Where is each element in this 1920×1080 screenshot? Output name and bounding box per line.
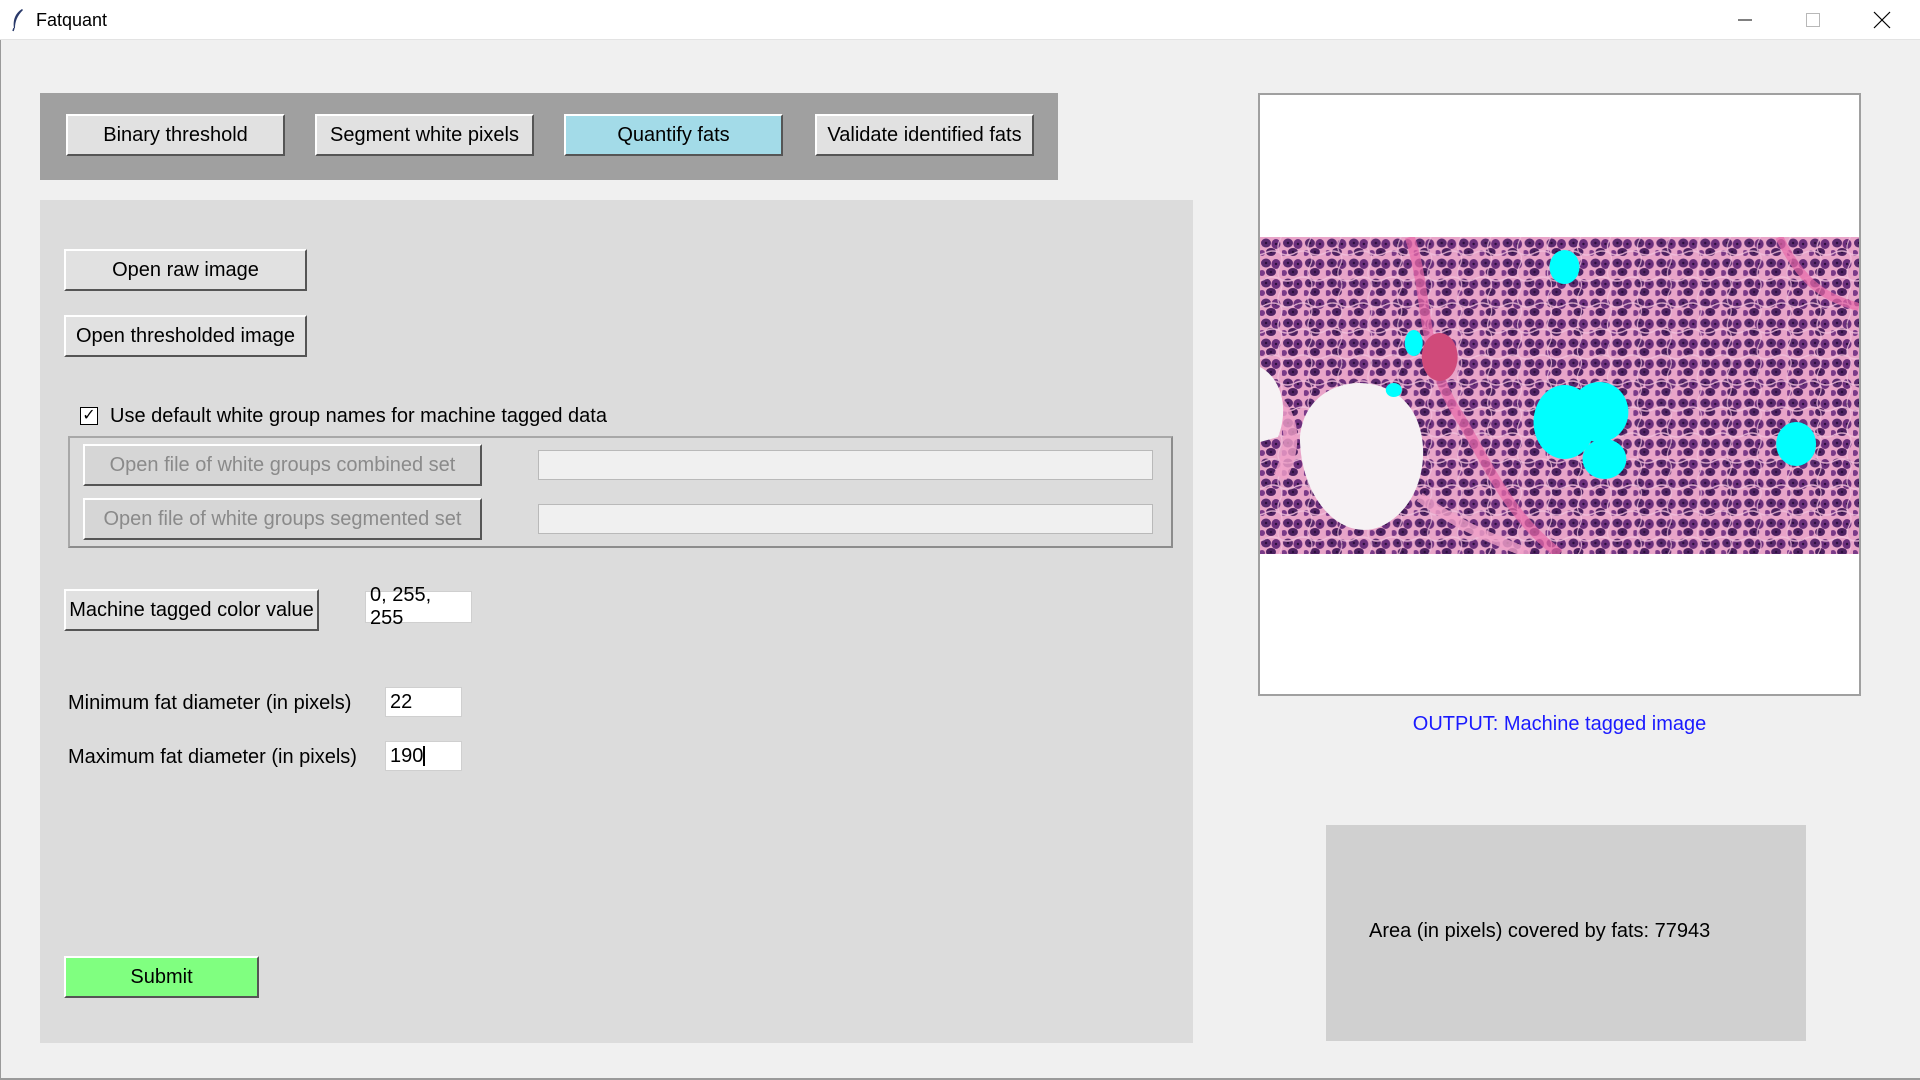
segmented-set-path-field[interactable] xyxy=(538,504,1153,534)
title-bar: Fatquant xyxy=(0,0,1920,40)
open-segmented-set-button[interactable]: Open file of white groups segmented set xyxy=(83,498,482,540)
max-diameter-input[interactable]: 190 xyxy=(385,741,462,771)
tab-segment-white-pixels[interactable]: Segment white pixels xyxy=(315,114,534,156)
default-names-checkbox[interactable]: ✓ xyxy=(80,407,98,425)
default-names-checkbox-row[interactable]: ✓ Use default white group names for mach… xyxy=(80,404,607,428)
feather-icon xyxy=(12,9,23,32)
tab-bar: Binary threshold Segment white pixels Qu… xyxy=(40,93,1058,180)
machine-tagged-image xyxy=(1260,237,1859,554)
max-diameter-label: Maximum fat diameter (in pixels) xyxy=(68,746,357,768)
machine-tagged-color-button[interactable]: Machine tagged color value xyxy=(64,589,319,631)
tab-binary-threshold[interactable]: Binary threshold xyxy=(66,114,285,156)
tab-quantify-fats[interactable]: Quantify fats xyxy=(564,114,783,156)
min-diameter-input[interactable]: 22 xyxy=(385,687,462,717)
close-button[interactable] xyxy=(1848,0,1916,40)
tab-validate-identified-fats[interactable]: Validate identified fats xyxy=(815,114,1034,156)
text-cursor xyxy=(423,746,426,766)
default-names-checkbox-label: Use default white group names for machin… xyxy=(110,404,607,427)
window-frame-left xyxy=(0,40,1,1080)
max-diameter-value: 190 xyxy=(390,744,424,767)
open-thresholded-image-button[interactable]: Open thresholded image xyxy=(64,315,307,357)
window-title: Fatquant xyxy=(36,10,108,30)
minimize-icon xyxy=(1738,19,1752,21)
combined-set-path-field[interactable] xyxy=(538,450,1153,480)
minimize-button[interactable] xyxy=(1711,0,1779,40)
fat-area-result: Area (in pixels) covered by fats: 77943 xyxy=(1369,920,1711,942)
maximize-button[interactable] xyxy=(1779,0,1847,40)
maximize-icon xyxy=(1806,13,1820,27)
close-icon xyxy=(1873,11,1891,29)
min-diameter-label: Minimum fat diameter (in pixels) xyxy=(68,692,352,714)
output-image-frame xyxy=(1258,93,1861,696)
color-value-field[interactable]: 0, 255, 255 xyxy=(365,584,472,629)
output-caption: OUTPUT: Machine tagged image xyxy=(1412,713,1707,735)
result-panel: Area (in pixels) covered by fats: 77943 xyxy=(1326,825,1806,1041)
open-combined-set-button[interactable]: Open file of white groups combined set xyxy=(83,444,482,486)
open-raw-image-button[interactable]: Open raw image xyxy=(64,249,307,291)
submit-button[interactable]: Submit xyxy=(64,956,259,998)
